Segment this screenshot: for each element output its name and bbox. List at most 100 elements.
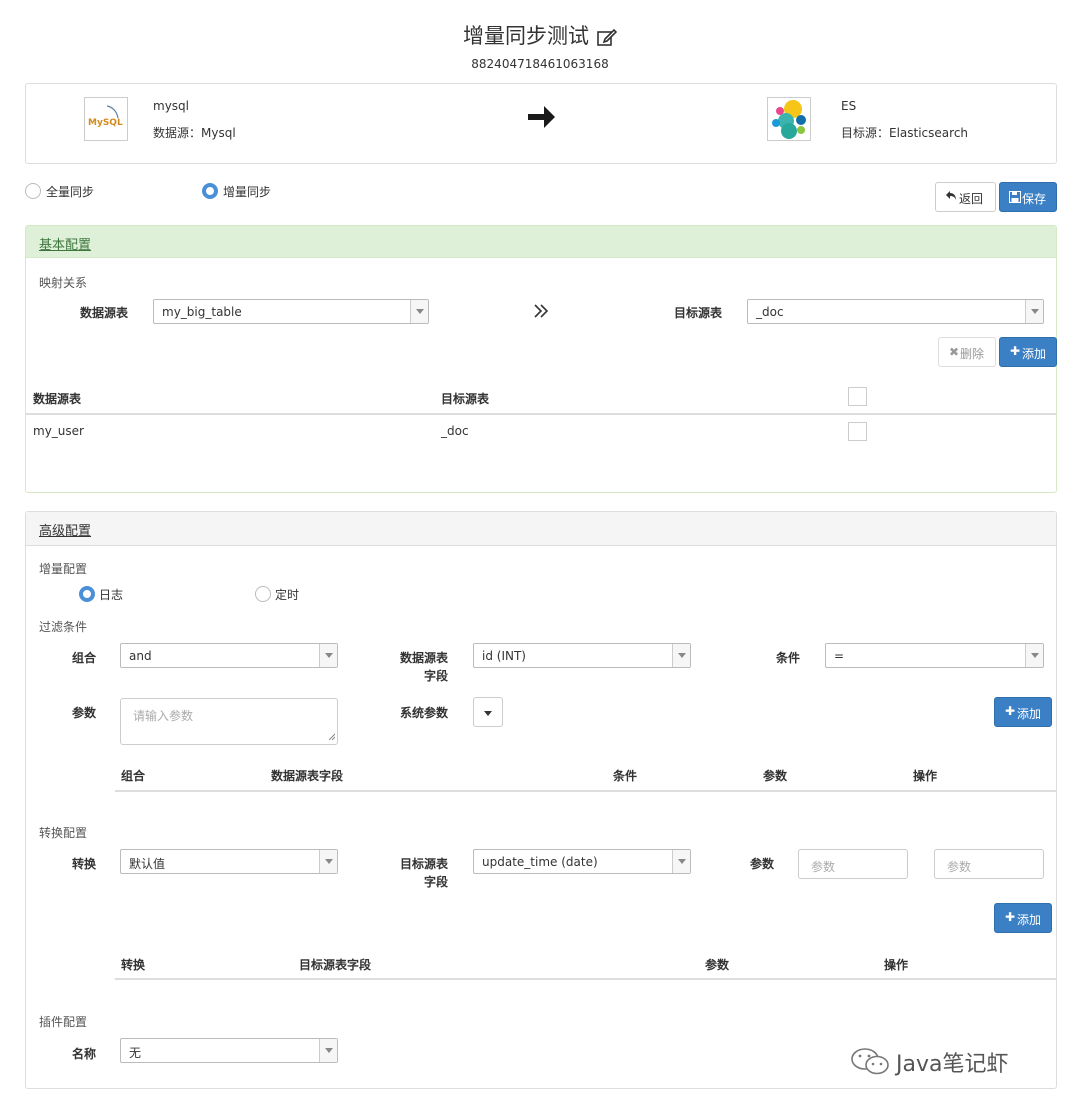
convert-field-label: 目标源表 字段 [386,855,448,891]
target-table-label: 目标源表 [673,306,722,320]
back-button[interactable]: 返回 [935,182,996,212]
save-button[interactable]: 保存 [999,182,1057,212]
advanced-config-header: 高级配置 [26,512,1056,546]
mysql-logo: MySQL [84,97,128,141]
save-icon [1009,191,1021,206]
condition-label: 条件 [775,651,800,665]
elasticsearch-logo [767,97,811,141]
radio-log[interactable] [79,586,95,602]
filter-header-divider [115,790,1057,792]
filter-header-action: 操作 [913,769,938,783]
plus-icon: ✚ [1010,344,1021,358]
convert-param-label: 参数 [749,857,774,871]
plus-icon: ✚ [1005,704,1016,718]
radio-schedule-label: 定时 [275,588,300,602]
chevron-down-icon [1025,644,1043,667]
filter-header-field: 数据源表字段 [271,769,344,783]
condition-select[interactable]: = [825,643,1044,668]
add-mapping-button[interactable]: ✚ 添加 [999,337,1057,367]
filter-field-select[interactable]: id (INT) [473,643,691,668]
radio-schedule[interactable] [255,586,271,602]
basic-config-title[interactable]: 基本配置 [39,234,91,253]
convert-field-label-line1: 目标源表 [399,857,448,871]
delete-mapping-label: 删除 [960,347,985,361]
back-button-label: 返回 [959,192,984,206]
mapping-row-target: _doc [441,424,469,438]
convert-select[interactable]: 默认值 [120,849,338,874]
target-type: 目标源：Elasticsearch [841,126,969,140]
param-placeholder: 请输入参数 [133,709,194,723]
mapping-header-divider [26,413,1056,415]
convert-field-select[interactable]: update_time (date) [473,849,691,874]
double-chevron-right-icon [533,303,549,322]
filter-header-condition: 条件 [613,769,638,783]
radio-full-sync-label: 全量同步 [46,185,95,199]
incremental-config-label: 增量配置 [39,562,88,576]
add-mapping-label: 添加 [1022,347,1047,361]
convert-config-label: 转换配置 [39,826,88,840]
filter-field-label-line1: 数据源表 [399,651,448,665]
source-table-select[interactable]: my_big_table [153,299,429,324]
watermark: Java笔记虾 [850,1046,1008,1081]
convert-param-input-1[interactable]: 参数 [798,849,908,879]
mysql-logo-text: MySQL [88,118,123,128]
edit-icon[interactable] [597,27,618,51]
filter-header-param: 参数 [763,769,788,783]
convert-field-value: update_time (date) [482,855,598,869]
convert-header-divider [115,978,1057,980]
chevron-down-icon [410,300,428,323]
add-filter-label: 添加 [1017,707,1042,721]
source-target-card: MySQL mysql 数据源：Mysql ES 目标源：Elasticsear… [25,83,1057,164]
plus-icon: ✚ [1005,910,1016,924]
filter-field-label-line2: 字段 [423,669,448,683]
arrow-right-icon [524,100,558,137]
advanced-config-panel: 高级配置 增量配置 日志 定时 过滤条件 组合 and 数据源表 字段 id (… [25,511,1057,1089]
plugin-name-select[interactable]: 无 [120,1038,338,1063]
param-textarea[interactable]: 请输入参数 [120,698,338,745]
convert-header-param: 参数 [705,958,730,972]
close-icon: ✖ [949,345,960,359]
filter-field-label: 数据源表 字段 [386,649,448,685]
radio-incremental-sync[interactable] [202,183,218,199]
add-convert-label: 添加 [1017,913,1042,927]
chevron-down-icon [319,1039,337,1062]
chevron-down-icon [672,644,690,667]
radio-incremental-sync-label: 增量同步 [223,185,272,199]
radio-full-sync[interactable] [25,183,41,199]
system-param-dropdown[interactable] [473,697,503,727]
source-type: 数据源：Mysql [153,126,236,140]
group-select[interactable]: and [120,643,338,668]
filter-header-group: 组合 [121,769,146,783]
watermark-text: Java笔记虾 [896,1052,1009,1077]
convert-header-convert: 转换 [121,958,146,972]
select-all-checkbox[interactable] [848,387,867,406]
mapping-row-source: my_user [33,424,84,438]
source-table-value: my_big_table [162,305,242,319]
convert-param-placeholder-2: 参数 [947,860,972,874]
advanced-config-title[interactable]: 高级配置 [39,520,91,539]
basic-config-panel: 基本配置 映射关系 数据源表 my_big_table 目标源表 _doc ✖ … [25,225,1057,493]
row-checkbox[interactable] [848,422,867,441]
system-param-label: 系统参数 [399,706,448,720]
target-name: ES [841,99,857,113]
filter-field-value: id (INT) [482,649,526,663]
convert-field-label-line2: 字段 [423,875,448,889]
basic-config-header: 基本配置 [26,226,1056,258]
source-name: mysql [153,99,189,113]
target-table-select[interactable]: _doc [747,299,1044,324]
mapping-label: 映射关系 [39,276,88,290]
convert-value: 默认值 [129,857,166,871]
convert-header-action: 操作 [884,958,909,972]
radio-log-label: 日志 [99,588,124,602]
add-filter-button[interactable]: ✚ 添加 [994,697,1052,727]
add-convert-button[interactable]: ✚ 添加 [994,903,1052,933]
source-table-label: 数据源表 [79,306,128,320]
plugin-name-label: 名称 [71,1047,96,1061]
wechat-icon [850,1047,890,1081]
group-value: and [129,649,152,663]
convert-param-input-2[interactable]: 参数 [934,849,1044,879]
delete-mapping-button[interactable]: ✖ 删除 [938,337,996,367]
caret-down-icon [484,711,492,716]
convert-header-field: 目标源表字段 [299,958,372,972]
chevron-down-icon [1025,300,1043,323]
